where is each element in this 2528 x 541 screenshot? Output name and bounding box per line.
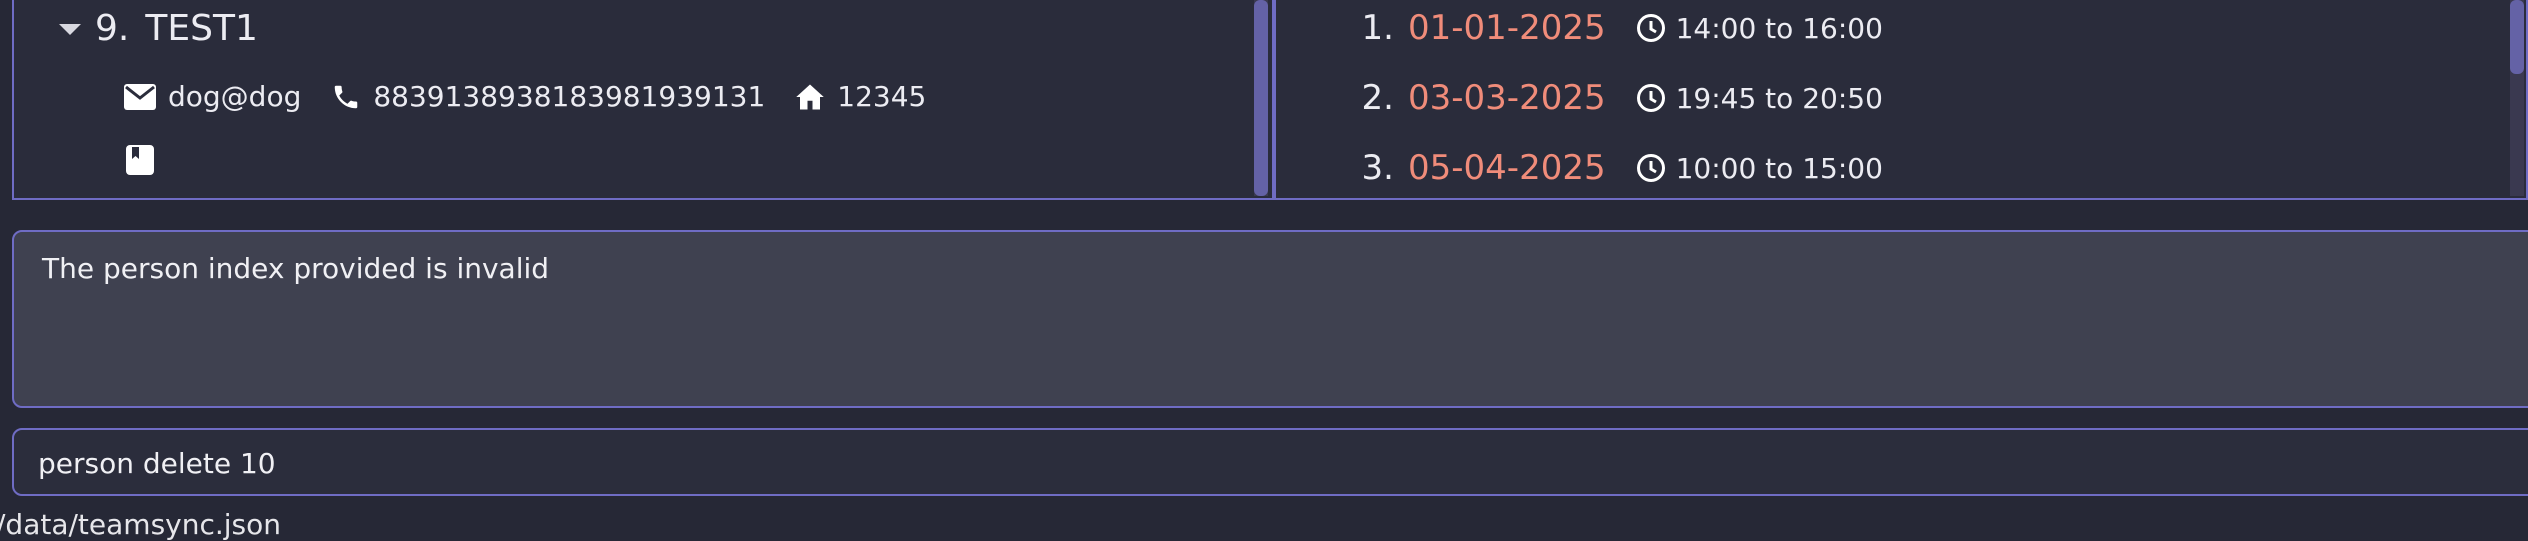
event-date: 01-01-2025 [1408, 8, 1606, 48]
person-list-scrollbar[interactable] [1254, 0, 1268, 196]
result-display[interactable]: The person index provided is invalid [12, 230, 2528, 408]
command-input[interactable] [36, 430, 2440, 496]
event-row: 1. 01-01-2025 14:00 to 16:00 [1350, 8, 1883, 48]
person-address: 12345 [795, 80, 926, 113]
clock-icon [1636, 13, 1666, 43]
person-phone: 88391389381839819391​31 [331, 80, 765, 113]
event-number: 3. [1361, 148, 1394, 188]
event-date: 05-04-2025 [1408, 148, 1606, 188]
home-icon [795, 83, 825, 111]
clock-icon [1636, 83, 1666, 113]
event-time: 14:00 to 16:00 [1675, 11, 1883, 45]
event-number: 1. [1361, 8, 1394, 48]
event-row: 3. 05-04-2025 10:00 to 15:00 [1350, 148, 1883, 188]
event-time: 19:45 to 20:50 [1675, 81, 1883, 115]
event-row: 2. 03-03-2025 19:45 to 20:50 [1350, 78, 1883, 118]
bookmark-icon[interactable] [126, 145, 154, 179]
person-card-header[interactable]: 9. TEST1 [59, 8, 258, 49]
scrollbar-thumb[interactable] [1254, 0, 1268, 196]
mail-icon [124, 83, 156, 110]
person-details: dog@dog 88391389381839819391​31 12345 [124, 80, 956, 113]
address-text: 12345 [837, 80, 927, 113]
caret-down-icon[interactable] [59, 24, 81, 35]
result-message: The person index provided is invalid [42, 252, 550, 285]
event-time: 10:00 to 15:00 [1675, 151, 1883, 185]
command-box[interactable] [12, 428, 2528, 496]
clock-icon [1636, 153, 1666, 183]
email-text: dog@dog [168, 80, 302, 113]
scrollbar-thumb[interactable] [2510, 0, 2524, 74]
status-bar-path: /data/teamsync.json [0, 508, 282, 541]
person-list-panel: 9. TEST1 dog@dog 88391389381839819391​31… [12, 0, 1274, 200]
phone-text: 88391389381839819391​31 [373, 80, 766, 113]
person-email: dog@dog [124, 80, 301, 113]
event-list-scrollbar[interactable] [2510, 0, 2524, 196]
person-name: TEST1 [145, 8, 258, 49]
phone-icon [331, 82, 361, 112]
event-number: 2. [1361, 78, 1394, 118]
event-date: 03-03-2025 [1408, 78, 1606, 118]
person-index: 9. [95, 8, 130, 49]
